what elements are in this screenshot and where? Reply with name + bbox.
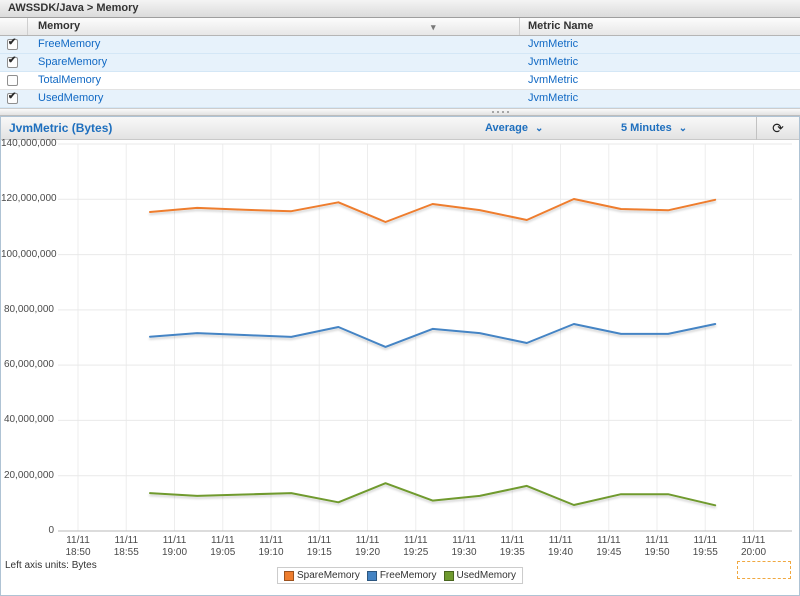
metric-dimension-link[interactable]: UsedMemory: [38, 92, 103, 104]
table-row[interactable]: TotalMemory JvmMetric: [0, 72, 800, 90]
x-axis-tick-label: 11/1119:35: [490, 535, 534, 559]
y-axis-tick-label: 80,000,000: [1, 304, 54, 315]
period-dropdown[interactable]: 5 Minutes ⌄: [621, 117, 687, 140]
chart-header: JvmMetric (Bytes) Average ⌄ 5 Minutes ⌄ ⟳: [1, 117, 799, 140]
metric-checkbox[interactable]: ✔: [7, 93, 18, 104]
chart-panel: JvmMetric (Bytes) Average⌄ 5 Minutes⌄ ⟳ …: [0, 116, 800, 596]
chart-footer: Left axis units: Bytes SpareMemory FreeMe…: [1, 560, 799, 593]
legend-swatch: [367, 571, 377, 581]
metric-name-cell: JvmMetric: [520, 54, 800, 71]
statistic-dropdown[interactable]: Average ⌄: [485, 117, 543, 140]
y-axis-tick-label: 140,000,000: [1, 138, 54, 149]
metric-name-cell: JvmMetric: [520, 72, 800, 89]
checkbox-cell: [0, 72, 28, 89]
x-axis-tick-label: 11/1118:50: [56, 535, 100, 559]
table-header: Memory ▾ Metric Name: [0, 18, 800, 36]
x-axis-tick-label: 11/1120:00: [732, 535, 776, 559]
cloudwatch-metrics-window: AWSSDK/Java > Memory Memory ▾ Metric Nam…: [0, 0, 800, 596]
table-row[interactable]: ✔ UsedMemory JvmMetric: [0, 90, 800, 108]
legend-item: UsedMemory: [444, 570, 516, 581]
x-axis-tick-label: 11/1119:05: [201, 535, 245, 559]
y-axis-tick-label: 120,000,000: [1, 193, 54, 204]
x-axis-tick-label: 11/1119:25: [394, 535, 438, 559]
column-header-metric-name-label: Metric Name: [528, 20, 593, 32]
metric-name-link[interactable]: JvmMetric: [528, 56, 578, 68]
metrics-line-chart: [1, 140, 799, 560]
series-line-SpareMemory: [150, 199, 715, 222]
legend-swatch: [284, 571, 294, 581]
chart-plot-area: 0 20,000,000 40,000,000 60,000,000 80,000,00…: [1, 140, 799, 560]
checkbox-cell: ✔: [0, 54, 28, 71]
legend-item: FreeMemory: [367, 570, 437, 581]
metric-dimension-link[interactable]: TotalMemory: [38, 74, 101, 86]
legend-item: SpareMemory: [284, 570, 360, 581]
check-icon: ✔: [8, 92, 16, 102]
legend-swatch: [444, 571, 454, 581]
statistic-dropdown-value: Average: [485, 122, 528, 134]
x-axis-tick-label: 11/1119:50: [635, 535, 679, 559]
chevron-down-icon: ⌄: [535, 123, 543, 134]
y-axis-tick-label: 100,000,000: [1, 249, 54, 260]
metric-checkbox[interactable]: [7, 75, 18, 86]
axis-units-note: Left axis units: Bytes: [5, 560, 97, 571]
y-axis-tick-label: 20,000,000: [1, 470, 54, 481]
check-icon: ✔: [8, 38, 16, 48]
breadcrumb: AWSSDK/Java > Memory: [0, 0, 800, 18]
checkbox-cell: ✔: [0, 90, 28, 107]
table-row[interactable]: ✔ FreeMemory JvmMetric: [0, 36, 800, 54]
legend-label: SpareMemory: [297, 570, 360, 581]
metric-name-link[interactable]: JvmMetric: [528, 92, 578, 104]
y-axis-tick-label: 60,000,000: [1, 359, 54, 370]
checkbox-cell: ✔: [0, 36, 28, 53]
period-dropdown-value: 5 Minutes: [621, 122, 672, 134]
chevron-down-icon: ⌄: [679, 123, 687, 134]
metric-name-link[interactable]: JvmMetric: [528, 38, 578, 50]
refresh-button[interactable]: ⟳: [764, 117, 792, 140]
metric-table-body: ✔ FreeMemory JvmMetric ✔ SpareMemory JvmMetri…: [0, 36, 800, 108]
x-axis-tick-label: 11/1119:20: [346, 535, 390, 559]
column-header-metric-name[interactable]: Metric Name: [520, 18, 800, 35]
x-axis-tick-label: 11/1119:15: [297, 535, 341, 559]
breadcrumb-text: AWSSDK/Java > Memory: [8, 2, 139, 14]
metric-name-link[interactable]: JvmMetric: [528, 74, 578, 86]
legend-label: FreeMemory: [380, 570, 437, 581]
memory-cell: FreeMemory: [28, 36, 520, 53]
series-line-UsedMemory: [150, 483, 715, 505]
x-axis-tick-label: 11/1118:55: [104, 535, 148, 559]
metric-checkbox[interactable]: ✔: [7, 57, 18, 68]
metric-name-cell: JvmMetric: [520, 90, 800, 107]
column-header-memory[interactable]: Memory ▾: [28, 18, 520, 35]
series-line-FreeMemory: [150, 324, 715, 347]
memory-cell: UsedMemory: [28, 90, 520, 107]
table-row[interactable]: ✔ SpareMemory JvmMetric: [0, 54, 800, 72]
x-axis-tick-label: 11/1119:40: [539, 535, 583, 559]
chart-legend: SpareMemory FreeMemory UsedMemory: [277, 567, 523, 584]
metric-dimension-link[interactable]: SpareMemory: [38, 56, 107, 68]
y-axis-tick-label: 40,000,000: [1, 414, 54, 425]
x-axis-tick-label: 11/1119:00: [153, 535, 197, 559]
metric-dimension-link[interactable]: FreeMemory: [38, 38, 100, 50]
chart-title: JvmMetric (Bytes): [1, 121, 112, 135]
legend-label: UsedMemory: [457, 570, 516, 581]
resize-highlight-box: [737, 561, 791, 579]
memory-cell: SpareMemory: [28, 54, 520, 71]
column-header-memory-label: Memory: [38, 20, 80, 32]
sort-desc-icon[interactable]: ▾: [431, 19, 436, 36]
metric-name-cell: JvmMetric: [520, 36, 800, 53]
table-chart-splitter[interactable]: [0, 108, 800, 116]
y-axis-tick-label: 0: [1, 525, 54, 536]
gridlines: [58, 144, 792, 531]
x-axis-tick-label: 11/1119:30: [442, 535, 486, 559]
check-icon: ✔: [8, 56, 16, 66]
x-axis-tick-label: 11/1119:10: [249, 535, 293, 559]
x-axis-tick-label: 11/1119:45: [587, 535, 631, 559]
memory-cell: TotalMemory: [28, 72, 520, 89]
splitter-grip-icon: [492, 111, 509, 113]
checkbox-column-header: [0, 18, 28, 35]
metric-checkbox[interactable]: ✔: [7, 39, 18, 50]
x-axis-tick-label: 11/1119:55: [683, 535, 727, 559]
header-divider: [756, 117, 757, 140]
